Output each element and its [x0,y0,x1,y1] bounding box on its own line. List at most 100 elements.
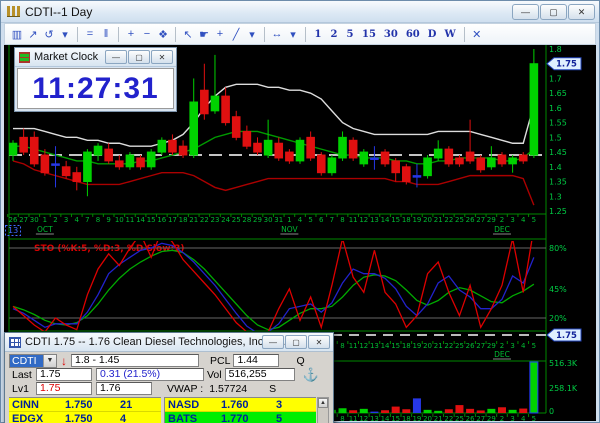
market-clock-titlebar[interactable]: Market Clock — ▢ ✕ [15,48,176,67]
level2-row[interactable]: CINN 1.750 21 [9,398,161,412]
draw-tool-dropdown-icon[interactable]: ▾ [244,25,260,43]
quote-maximize-button[interactable]: ▢ [285,335,307,349]
level2-row[interactable]: NASD 1.760 3 [165,398,316,412]
day-range-field[interactable]: 1.8 - 1.45 [71,354,199,367]
level2-cell: 1.750 [65,413,93,423]
quote-close-button[interactable]: ✕ [308,335,330,349]
svg-text:19: 19 [412,415,421,423]
pan-hand-tool-icon[interactable]: ☛ [196,25,212,43]
zoom-extents-icon[interactable]: ❖ [155,25,171,43]
market-clock-display: 11:27:31 [17,68,174,109]
quote-window-body: CDTI ▼ ↓ 1.8 - 1.45 PCL 1.44 Q Last 1.75… [7,353,331,423]
change-field[interactable]: 0.31 (21.5%) [96,368,204,381]
symbol-value: CDTI [10,354,43,367]
pcl-field[interactable]: 1.44 [233,354,280,367]
minimize-button[interactable]: — [512,4,539,20]
interval-15-button[interactable]: 15 [358,25,380,43]
svg-text:14: 14 [136,216,145,224]
draw-line-tool-icon[interactable]: ╱ [228,25,244,43]
close-button[interactable]: ✕ [568,4,595,20]
anchor-icon[interactable]: ⚓ [301,367,321,383]
svg-text:5: 5 [308,216,312,224]
svg-text:17: 17 [168,216,177,224]
svg-text:5: 5 [532,415,536,423]
quote-window-titlebar[interactable]: CDTI 1.75 -- 1.76 Clean Diesel Technolog… [5,333,333,352]
svg-text:5: 5 [532,342,536,350]
symbol-dropdown-icon[interactable]: ▼ [43,354,56,367]
svg-text:4: 4 [521,415,526,423]
interval-60-button[interactable]: 60 [402,25,424,43]
svg-text:0: 0 [549,407,554,416]
svg-text:31: 31 [274,216,283,224]
svg-text:19: 19 [412,342,421,350]
svg-text:23: 23 [211,216,220,224]
svg-text:22: 22 [444,415,453,423]
svg-text:1.75: 1.75 [556,60,577,70]
svg-text:4: 4 [521,216,526,224]
level2-cell: 4 [120,413,127,423]
svg-text:27: 27 [476,415,485,423]
svg-text:1.35: 1.35 [549,178,567,187]
candlestick-chart-icon[interactable]: ▥ [9,25,25,43]
svg-text:15: 15 [391,216,400,224]
interval-2-button[interactable]: 2 [326,25,342,43]
vwap-value: 1.57724 [209,382,248,395]
level2-row[interactable]: EDGX 1.750 4 [9,412,161,423]
refresh-icon[interactable]: ↺ [41,25,57,43]
svg-text:27: 27 [476,216,485,224]
svg-text:14: 14 [381,415,390,423]
level2-scrollbar[interactable]: ▲ [317,397,329,423]
chart-window-titlebar[interactable]: CDTI--1 Day — ▢ ✕ [1,1,599,23]
bid-field[interactable]: 1.75 [36,382,92,395]
svg-text:26: 26 [9,216,18,224]
pointer-tool-icon[interactable]: ↖ [180,25,196,43]
svg-text:4: 4 [75,216,80,224]
close-chart-icon[interactable]: ✕ [469,25,485,43]
scale-dropdown-icon[interactable]: ▾ [285,25,301,43]
symbol-combobox[interactable]: CDTI ▼ [9,353,57,368]
level2-cell: BATS [168,413,198,423]
zoom-out-icon[interactable]: − [139,25,155,43]
svg-text:13: 13 [370,342,379,350]
svg-text:27: 27 [476,342,485,350]
ask-field[interactable]: 1.76 [96,382,152,395]
level2-row[interactable]: BATS 1.770 5 [165,412,316,423]
svg-text:8: 8 [340,216,344,224]
volume-field[interactable]: 516,255 [224,368,295,381]
line-chart-icon[interactable]: ↗ [25,25,41,43]
svg-text:7: 7 [85,216,89,224]
level2-panel: CINN1.75021EDGX1.7504CBOE1.7301 NASD1.76… [9,397,329,423]
svg-text:80%: 80% [549,244,567,253]
zoom-in-icon[interactable]: + [123,25,139,43]
crosshair-tool-icon[interactable]: + [212,25,228,43]
svg-text:4: 4 [521,342,526,350]
market-clock-time: 11:27:31 [32,71,159,105]
svg-text:6: 6 [319,216,324,224]
svg-text:3: 3 [510,342,514,350]
quote-minimize-button[interactable]: — [262,335,284,349]
clock-close-button[interactable]: ✕ [151,50,173,64]
svg-text:1.65: 1.65 [549,89,567,98]
maximize-button[interactable]: ▢ [540,4,567,20]
level2-cell: 1.770 [221,413,249,423]
interval-30-button[interactable]: 30 [380,25,402,43]
interval-5-button[interactable]: 5 [342,25,358,43]
toolbar-separator [77,26,78,42]
last-price-field[interactable]: 1.75 [36,368,92,381]
interval-week-button[interactable]: W [440,25,459,43]
vertical-line-tool-icon[interactable]: ‖ [98,25,114,43]
s-flag: S [269,382,277,395]
svg-text:27: 27 [19,216,28,224]
clock-minimize-button[interactable]: — [105,50,127,64]
horizontal-scale-icon[interactable]: ↔ [269,25,285,43]
svg-text:18: 18 [402,342,411,350]
scroll-up-icon[interactable]: ▲ [318,398,328,408]
svg-text:21: 21 [434,216,443,224]
interval-1-button[interactable]: 1 [310,25,326,43]
level2-cell: 21 [120,399,133,411]
horizontal-line-tool-icon[interactable]: = [82,25,98,43]
clock-maximize-button[interactable]: ▢ [128,50,150,64]
interval-day-button[interactable]: D [424,25,441,43]
svg-text:1.5: 1.5 [549,133,562,142]
chart-style-dropdown-icon[interactable]: ▾ [57,25,73,43]
